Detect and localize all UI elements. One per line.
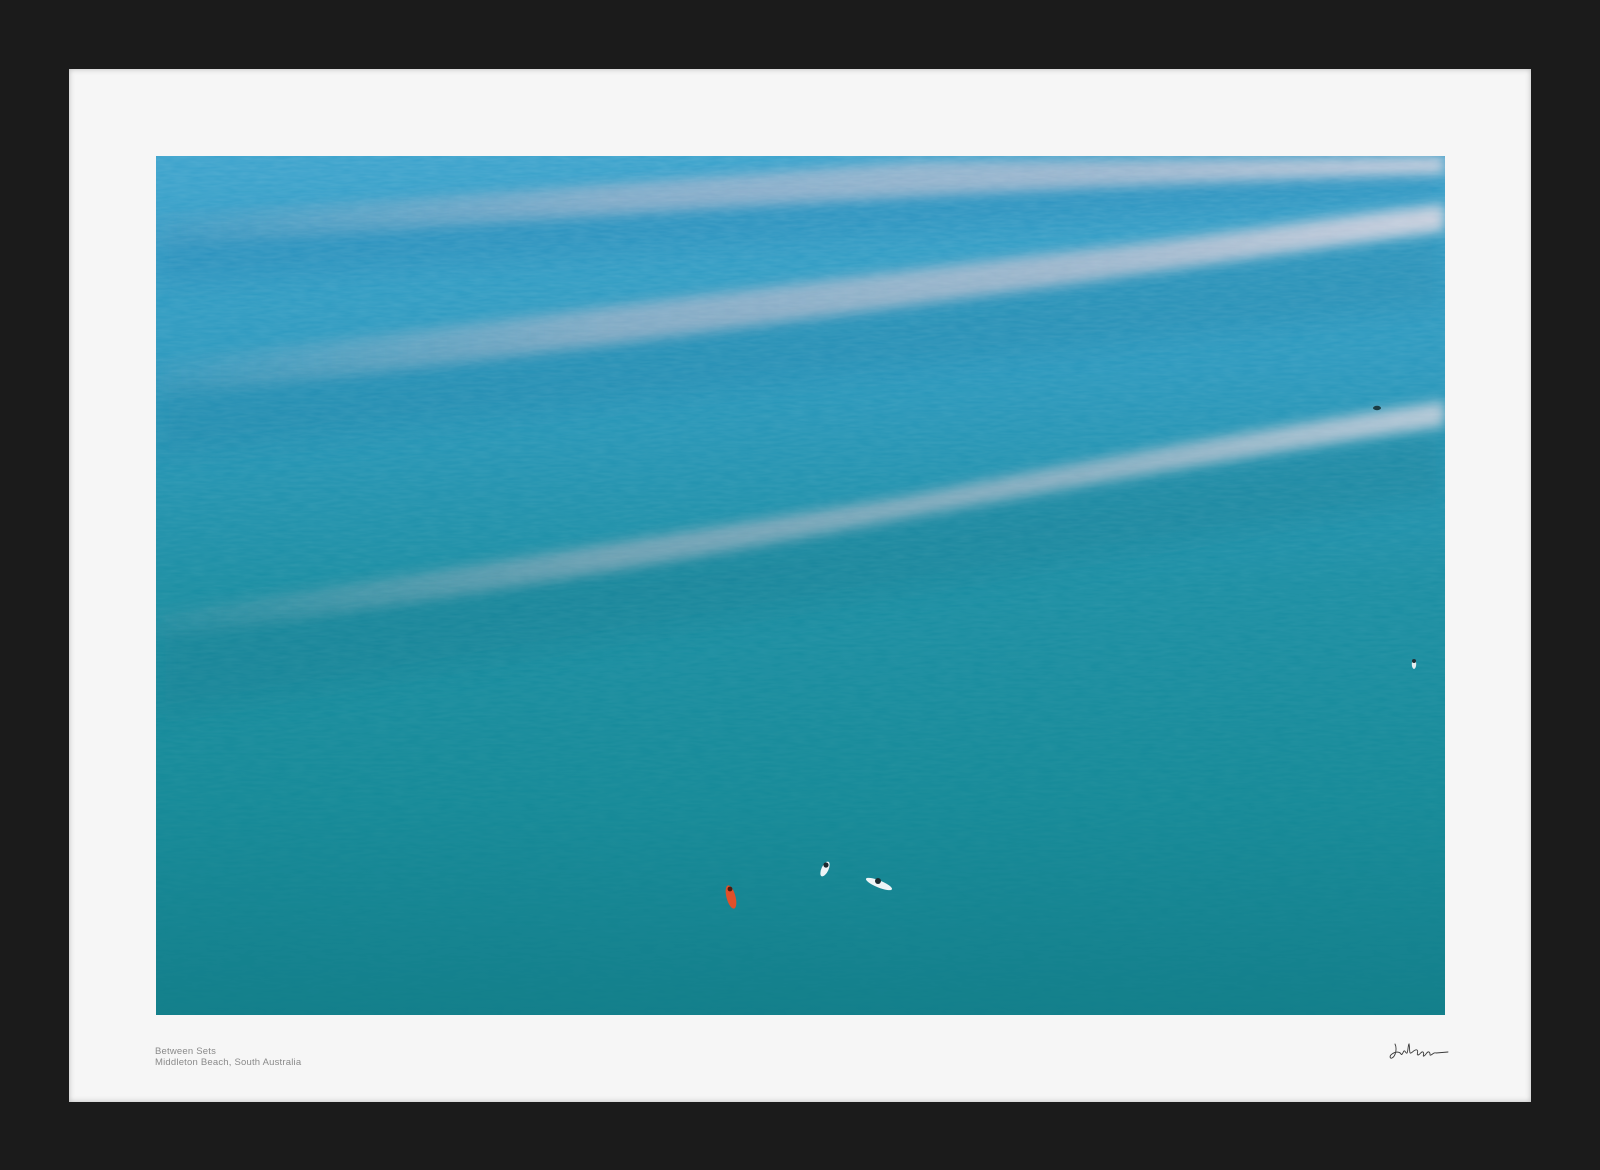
aerial-ocean-photo [156,156,1445,1015]
surfer-distant-1 [1373,405,1381,411]
print-location: Middleton Beach, South Australia [155,1057,302,1068]
print-mat: Between Sets Middleton Beach, South Aust… [69,69,1531,1102]
print-caption: Between Sets Middleton Beach, South Aust… [155,1046,301,1068]
print-title: Between Sets [155,1046,217,1057]
artist-signature [1389,1038,1449,1064]
surfer-distant-2 [1411,659,1417,669]
ocean-image [156,156,1445,1015]
picture-frame: Between Sets Middleton Beach, South Aust… [0,0,1600,1170]
signature-icon [1389,1043,1449,1059]
